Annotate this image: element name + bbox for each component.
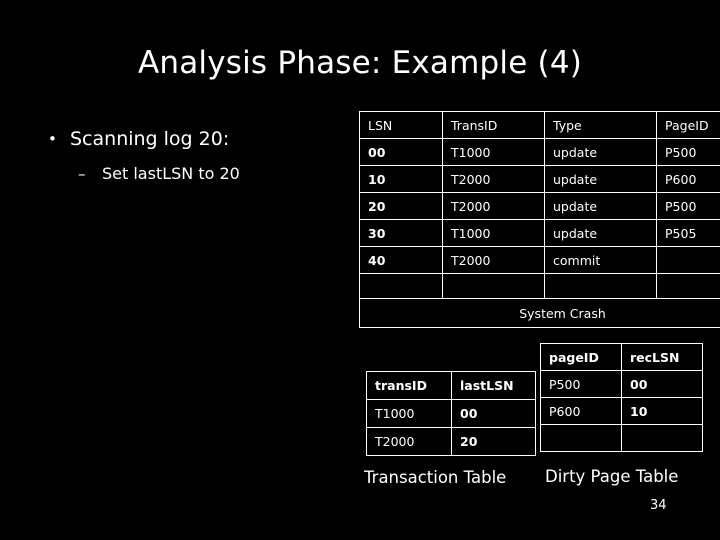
log-table-header-type: Type <box>544 111 657 139</box>
dirty-page-table-body: pageID recLSN P500 00 P600 10 <box>540 343 703 452</box>
bullet-marker-icon: • <box>48 130 57 148</box>
table-row: 30 T1000 update P505 <box>359 219 720 247</box>
dirty-page-table-header-row: pageID recLSN <box>540 343 703 371</box>
log-cell-pageid: P600 <box>656 165 720 193</box>
log-cell-transid: T2000 <box>442 192 545 220</box>
system-crash-row: System Crash <box>359 298 720 328</box>
log-cell-transid: T1000 <box>442 138 545 166</box>
log-cell-lsn: 20 <box>359 192 443 220</box>
table-row: P600 10 <box>540 397 703 425</box>
log-table-body: LSN TransID Type PageID 00 T1000 update … <box>359 111 720 328</box>
table-row: T1000 00 <box>366 399 536 428</box>
log-cell-type: update <box>544 219 657 247</box>
dirty-page-cell-pageid: P600 <box>540 397 622 425</box>
log-cell-pageid: P500 <box>656 192 720 220</box>
log-cell-type: update <box>544 165 657 193</box>
log-cell-transid: T2000 <box>442 246 545 274</box>
system-crash-label: System Crash <box>359 298 720 328</box>
dirty-page-cell-pageid: P500 <box>540 370 622 398</box>
log-cell-type: commit <box>544 246 657 274</box>
log-table-header-pageid: PageID <box>656 111 720 139</box>
transaction-table-header-transid: transID <box>366 371 452 400</box>
transaction-table-header-lastlsn: lastLSN <box>451 371 536 400</box>
dirty-page-cell-reclsn: 10 <box>621 397 703 425</box>
log-cell-lsn: 00 <box>359 138 443 166</box>
slide-canvas: { "slide": { "title": "Analysis Phase: E… <box>0 0 720 540</box>
log-cell-transid: T1000 <box>442 219 545 247</box>
log-cell-type <box>544 273 657 299</box>
log-table-header-lsn: LSN <box>359 111 443 139</box>
log-cell-type: update <box>544 138 657 166</box>
table-row: 10 T2000 update P600 <box>359 165 720 193</box>
log-cell-transid: T2000 <box>442 165 545 193</box>
dash-marker-icon: – <box>78 165 86 183</box>
log-cell-pageid <box>656 246 720 274</box>
log-cell-pageid <box>656 273 720 299</box>
slide-number: 34 <box>650 498 667 513</box>
transaction-cell-lastlsn: 20 <box>451 427 536 456</box>
transaction-table: transID lastLSN T1000 00 T2000 20 <box>366 371 536 456</box>
bullet-item-level2: – Set lastLSN to 20 <box>30 163 340 185</box>
transaction-cell-transid: T2000 <box>366 427 452 456</box>
bullet-item-level2-label: Set lastLSN to 20 <box>102 164 240 183</box>
log-table-header-transid: TransID <box>442 111 545 139</box>
page-title: Analysis Phase: Example (4) <box>137 45 583 81</box>
log-cell-lsn <box>359 273 443 299</box>
bullet-item-level1-label: Scanning log 20: <box>70 128 230 150</box>
dirty-page-table: pageID recLSN P500 00 P600 10 <box>540 343 703 452</box>
table-row-highlighted: 20 T2000 update P500 <box>359 192 720 220</box>
table-row: 00 T1000 update P500 <box>359 138 720 166</box>
dirty-page-table-header-reclsn: recLSN <box>621 343 703 371</box>
transaction-cell-transid: T1000 <box>366 399 452 428</box>
dirty-page-cell-pageid <box>540 424 622 452</box>
log-cell-lsn: 40 <box>359 246 443 274</box>
log-cell-lsn: 30 <box>359 219 443 247</box>
dirty-page-table-header-pageid: pageID <box>540 343 622 371</box>
transaction-cell-lastlsn: 00 <box>451 399 536 428</box>
dirty-page-cell-reclsn <box>621 424 703 452</box>
transaction-table-body: transID lastLSN T1000 00 T2000 20 <box>366 371 536 456</box>
log-table: LSN TransID Type PageID 00 T1000 update … <box>359 111 720 328</box>
log-cell-pageid: P505 <box>656 219 720 247</box>
log-table-header-row: LSN TransID Type PageID <box>359 111 720 139</box>
log-cell-transid <box>442 273 545 299</box>
table-row-empty <box>359 273 720 299</box>
transaction-table-caption: Transaction Table <box>364 468 507 487</box>
table-row-empty <box>540 424 703 452</box>
bullet-list: • Scanning log 20: – Set lastLSN to 20 <box>30 126 340 185</box>
table-row: P500 00 <box>540 370 703 398</box>
table-row: 40 T2000 commit <box>359 246 720 274</box>
log-cell-type: update <box>544 192 657 220</box>
dirty-page-table-caption: Dirty Page Table <box>545 467 679 486</box>
bullet-item-level1: • Scanning log 20: <box>30 126 340 152</box>
transaction-table-header-row: transID lastLSN <box>366 371 536 400</box>
log-cell-pageid: P500 <box>656 138 720 166</box>
log-cell-lsn: 10 <box>359 165 443 193</box>
dirty-page-cell-reclsn: 00 <box>621 370 703 398</box>
table-row: T2000 20 <box>366 427 536 456</box>
